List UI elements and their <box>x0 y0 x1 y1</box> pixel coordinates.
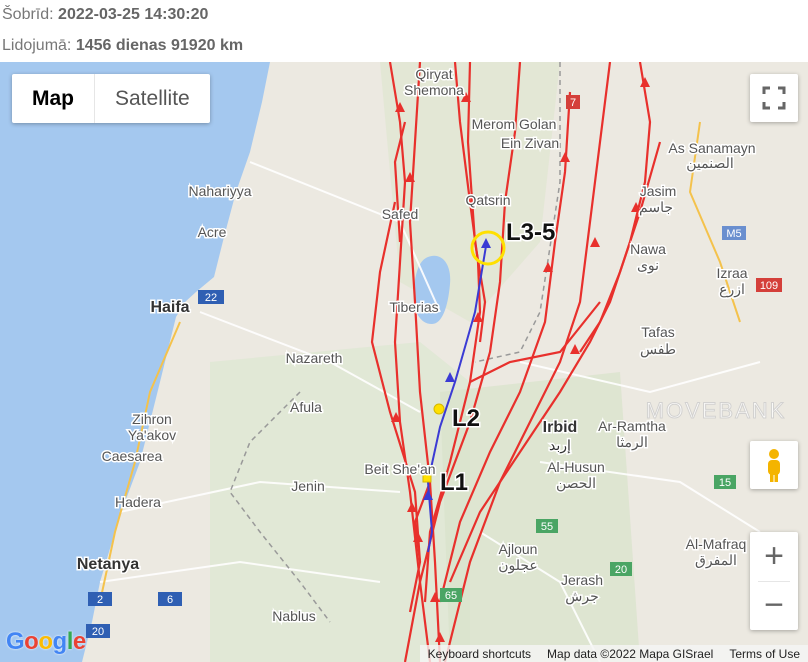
label-al-mafraq-ar: المفرق <box>695 552 737 569</box>
pegman-icon <box>768 449 780 482</box>
label-afula: Afula <box>290 399 322 415</box>
shield-20b: 20 <box>92 626 104 638</box>
terms-of-use-link[interactable]: Terms of Use <box>721 647 808 661</box>
l35-label: L3-5 <box>506 219 555 246</box>
map-type-control: Map Satellite <box>12 74 210 123</box>
map-type-satellite-button[interactable]: Satellite <box>95 74 210 123</box>
label-as-sanamayn-ar: الصنمين <box>686 155 734 172</box>
shield-6: 6 <box>167 594 173 606</box>
label-tafas: Tafas <box>641 324 674 340</box>
fullscreen-icon <box>762 86 786 110</box>
zoom-out-button[interactable]: − <box>750 581 798 630</box>
zoom-in-button[interactable]: + <box>750 532 798 581</box>
l2-marker[interactable] <box>433 403 445 415</box>
label-ajloun-ar: عجلون <box>498 557 538 574</box>
label-al-husun: Al-Husun <box>547 459 605 475</box>
label-nablus: Nablus <box>272 608 316 624</box>
label-nawa: Nawa <box>630 241 666 257</box>
label-jerash-ar: جرش <box>565 588 598 605</box>
label-ajloun: Ajloun <box>499 541 538 557</box>
label-qatsrin: Qatsrin <box>465 192 510 208</box>
shield-2: 2 <box>97 594 103 606</box>
flight-stats-line: Lidojumā: 1456 dienas 91920 km <box>2 37 243 55</box>
label-as-sanamayn: As Sanamayn <box>668 140 755 156</box>
label-tafas-ar: طفس <box>640 341 676 358</box>
shield-15: 15 <box>719 477 731 489</box>
current-time-label: Šobrīd: <box>2 6 54 23</box>
label-zihron: Zihron <box>132 411 172 427</box>
shield-109: 109 <box>760 280 778 292</box>
label-jerash: Jerash <box>561 572 603 588</box>
shield-7: 7 <box>570 97 576 109</box>
label-shemona: Shemona <box>404 82 464 98</box>
label-hadera: Hadera <box>115 494 161 510</box>
map-data-text: Map data ©2022 Mapa GISrael <box>547 646 714 661</box>
l2-label: L2 <box>452 405 480 432</box>
shield-m5: M5 <box>726 228 741 240</box>
label-nawa-ar: نوى <box>637 257 659 274</box>
map-canvas[interactable]: 7 M5 109 22 15 55 20 2 6 20 65 Qiryat Sh… <box>0 62 808 662</box>
label-ar-ramtha-ar: الرمثا <box>616 434 648 451</box>
google-logo-g: G <box>6 628 25 655</box>
label-jasim-ar: جاسم <box>639 199 673 216</box>
label-irbid-ar: إربد <box>549 437 571 454</box>
zoom-control: + − <box>750 532 798 630</box>
label-izraa-ar: ازرع <box>719 281 745 298</box>
label-al-mafraq: Al-Mafraq <box>686 536 747 552</box>
l1-label: L1 <box>440 469 468 496</box>
label-jasim: Jasim <box>640 183 677 199</box>
fullscreen-button[interactable] <box>750 74 798 122</box>
shield-20: 20 <box>615 564 627 576</box>
label-safed: Safed <box>382 206 419 222</box>
label-merom-golan: Merom Golan <box>472 116 557 132</box>
zoom-divider <box>758 581 790 582</box>
map-svg[interactable]: 7 M5 109 22 15 55 20 2 6 20 65 Qiryat Sh… <box>0 62 808 662</box>
shield-22: 22 <box>205 292 217 304</box>
street-view-pegman-button[interactable] <box>750 441 798 489</box>
label-irbid: Irbid <box>543 419 578 436</box>
label-beit-shean: Beit She'an <box>364 461 435 477</box>
shield-55: 55 <box>541 521 553 533</box>
flight-stats-label: Lidojumā: <box>2 37 72 54</box>
label-izraa: Izraa <box>716 265 747 281</box>
label-acre: Acre <box>198 224 227 240</box>
label-caesarea: Caesarea <box>102 448 163 464</box>
label-nahariyya: Nahariyya <box>188 183 251 199</box>
shield-65: 65 <box>445 590 457 602</box>
label-jenin: Jenin <box>291 478 324 494</box>
label-yaakov: Ya'akov <box>128 427 176 443</box>
google-logo[interactable]: Google <box>6 628 86 656</box>
label-al-husun-ar: الحصن <box>556 475 596 492</box>
map-type-map-button[interactable]: Map <box>12 74 95 123</box>
label-qiryat: Qiryat <box>415 66 452 82</box>
map-attribution: Keyboard shortcuts Map data ©2022 Mapa G… <box>419 645 808 662</box>
label-nazareth: Nazareth <box>286 350 343 366</box>
flight-stats-value: 1456 dienas 91920 km <box>75 37 244 54</box>
keyboard-shortcuts-link[interactable]: Keyboard shortcuts <box>420 647 539 661</box>
label-tiberias: Tiberias <box>389 299 438 315</box>
current-time-line: Šobrīd: 2022-03-25 14:30:20 <box>2 6 208 24</box>
label-haifa: Haifa <box>150 299 189 316</box>
label-ein-zivan: Ein Zivan <box>501 135 559 151</box>
current-time-value: 2022-03-25 14:30:20 <box>58 6 209 23</box>
label-netanya: Netanya <box>77 556 139 573</box>
movebank-watermark: MOVEBANK <box>646 398 787 423</box>
